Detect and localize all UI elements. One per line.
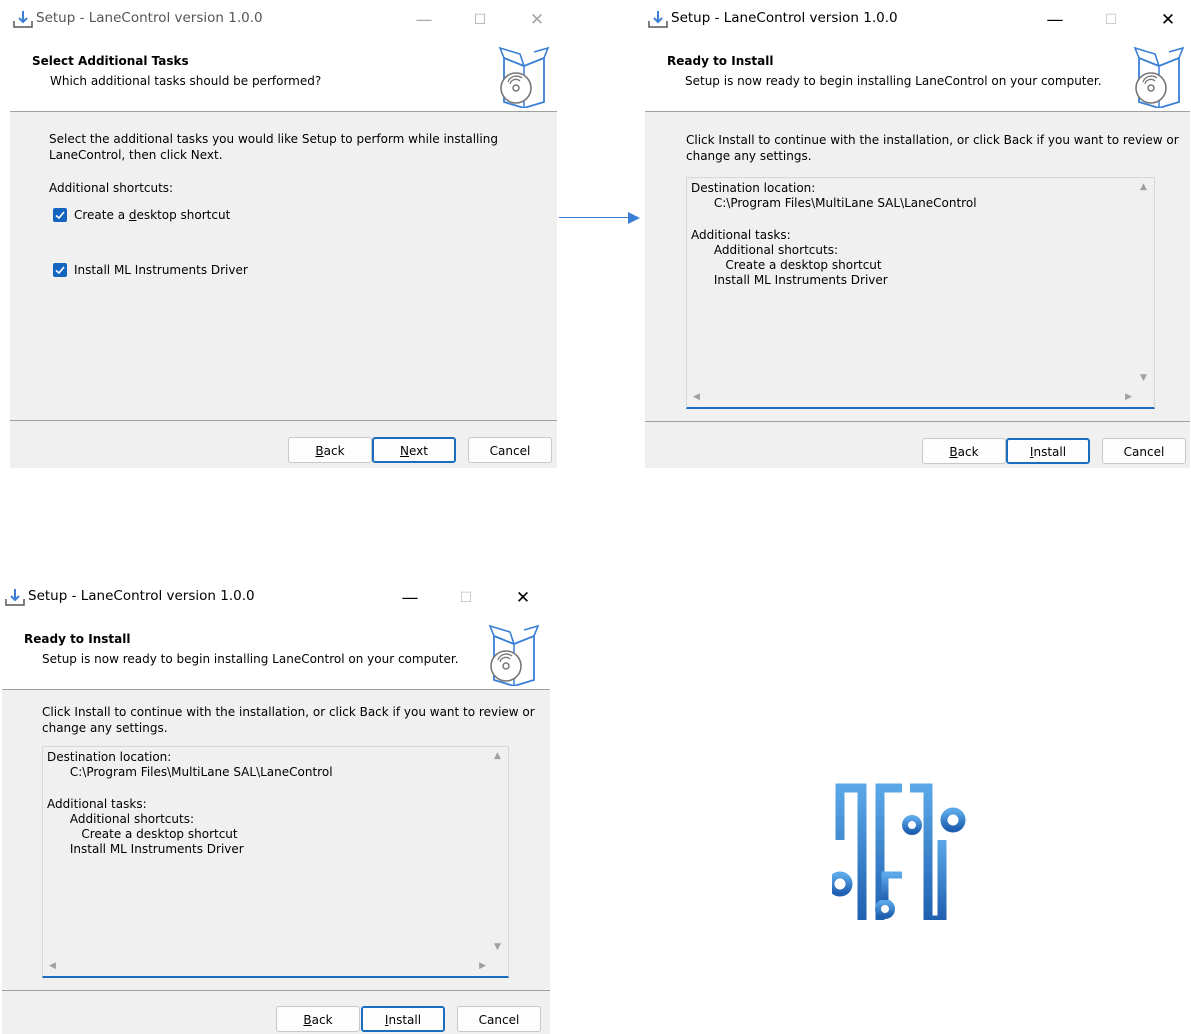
title-bar[interactable]: Setup - LaneControl version 1.0.0 — ☐ ✕	[2, 578, 550, 620]
page-subtitle: Which additional tasks should be perform…	[50, 74, 322, 88]
summary-line: Create a desktop shortcut	[691, 258, 882, 272]
page-title: Ready to Install	[667, 54, 774, 68]
window-title: Setup - LaneControl version 1.0.0	[28, 588, 255, 604]
setup-box-icon	[498, 46, 550, 108]
footer-divider	[10, 420, 557, 421]
setup-app-icon	[13, 11, 33, 28]
setup-window-ready-2: Setup - LaneControl version 1.0.0 — ☐ ✕ …	[2, 578, 550, 1034]
lanecontrol-logo-icon	[832, 783, 966, 920]
setup-app-icon	[5, 589, 25, 606]
maximize-button[interactable]: ☐	[454, 586, 478, 610]
page-title: Select Additional Tasks	[32, 54, 189, 68]
shortcuts-group-label: Additional shortcuts:	[49, 181, 174, 195]
wizard-header: Select Additional Tasks Which additional…	[10, 42, 557, 112]
summary-line: Destination location:	[47, 750, 172, 764]
close-button[interactable]: ✕	[525, 8, 549, 32]
page-subtitle: Setup is now ready to begin installing L…	[685, 74, 1102, 88]
desktop-shortcut-checkbox[interactable]: Create a desktop shortcut	[53, 208, 273, 224]
minimize-button[interactable]: —	[412, 8, 436, 32]
checkbox-label: Install ML Instruments Driver	[74, 263, 248, 277]
close-button[interactable]: ✕	[511, 586, 535, 610]
scroll-left-icon[interactable]: ◀	[49, 961, 56, 971]
scroll-up-icon[interactable]: ▲	[1140, 182, 1147, 192]
next-button[interactable]: Next	[372, 437, 456, 463]
vertical-scrollbar[interactable]: ▲ ▼	[490, 747, 508, 956]
intro-text-cont: change any settings.	[686, 149, 812, 163]
minimize-button[interactable]: —	[398, 586, 422, 610]
intro-text: Click Install to continue with the insta…	[42, 705, 535, 719]
minimize-button[interactable]: —	[1043, 8, 1067, 32]
close-button[interactable]: ✕	[1156, 8, 1180, 32]
scroll-right-icon[interactable]: ▶	[1125, 392, 1132, 402]
cancel-button[interactable]: Cancel	[457, 1006, 541, 1032]
install-driver-checkbox[interactable]: Install ML Instruments Driver	[53, 263, 273, 279]
summary-memo[interactable]: Destination location: C:\Program Files\M…	[686, 177, 1155, 409]
setup-box-icon	[1133, 46, 1185, 108]
title-bar[interactable]: Setup - LaneControl version 1.0.0 — ☐ ✕	[645, 0, 1190, 42]
summary-memo[interactable]: Destination location: C:\Program Files\M…	[42, 746, 509, 978]
checkbox-checked[interactable]	[53, 208, 67, 222]
checkbox-label: Create a desktop shortcut	[74, 208, 231, 222]
check-icon	[55, 266, 65, 275]
scroll-down-icon[interactable]: ▼	[494, 942, 501, 952]
intro-text-cont: change any settings.	[42, 721, 168, 735]
setup-box-icon	[488, 624, 540, 686]
title-bar[interactable]: Setup - LaneControl version 1.0.0 — ☐ ✕	[10, 0, 557, 42]
setup-window-ready: Setup - LaneControl version 1.0.0 — ☐ ✕ …	[645, 0, 1190, 468]
summary-line: Additional tasks:	[691, 228, 791, 242]
back-button[interactable]: Back	[276, 1006, 360, 1032]
window-title: Setup - LaneControl version 1.0.0	[36, 10, 263, 26]
page-subtitle: Setup is now ready to begin installing L…	[42, 652, 459, 666]
summary-line: Additional shortcuts:	[691, 243, 838, 257]
scroll-left-icon[interactable]: ◀	[693, 392, 700, 402]
scroll-right-icon[interactable]: ▶	[479, 961, 486, 971]
footer-divider	[645, 421, 1190, 422]
back-button[interactable]: Back	[922, 438, 1006, 464]
window-title: Setup - LaneControl version 1.0.0	[671, 10, 898, 26]
summary-line: Create a desktop shortcut	[47, 827, 238, 841]
flow-arrow-line	[559, 217, 631, 218]
summary-line: Destination location:	[691, 181, 816, 195]
install-button[interactable]: Install	[361, 1006, 445, 1032]
wizard-header: Ready to Install Setup is now ready to b…	[2, 620, 550, 690]
check-icon	[55, 211, 65, 220]
maximize-button[interactable]: ☐	[1099, 8, 1123, 32]
intro-text-cont: LaneControl, then click Next.	[49, 148, 223, 162]
checkbox-checked[interactable]	[53, 263, 67, 277]
footer-divider	[2, 990, 550, 991]
intro-text: Click Install to continue with the insta…	[686, 133, 1179, 147]
setup-app-icon	[648, 11, 668, 28]
scroll-down-icon[interactable]: ▼	[1140, 373, 1147, 383]
summary-line: Install ML Instruments Driver	[47, 842, 244, 856]
wizard-header: Ready to Install Setup is now ready to b…	[645, 42, 1190, 112]
scroll-up-icon[interactable]: ▲	[494, 751, 501, 761]
horizontal-scrollbar[interactable]: ◀ ▶	[687, 387, 1136, 407]
install-button[interactable]: Install	[1006, 438, 1090, 464]
back-button[interactable]: Back	[288, 437, 372, 463]
vertical-scrollbar[interactable]: ▲ ▼	[1136, 178, 1154, 387]
summary-line: Install ML Instruments Driver	[691, 273, 888, 287]
cancel-button[interactable]: Cancel	[468, 437, 552, 463]
cancel-button[interactable]: Cancel	[1102, 438, 1186, 464]
summary-line: C:\Program Files\MultiLane SAL\LaneContr…	[691, 196, 977, 210]
intro-text: Select the additional tasks you would li…	[49, 132, 498, 146]
setup-window-tasks: Setup - LaneControl version 1.0.0 — ☐ ✕ …	[10, 0, 557, 468]
flow-arrow-head	[628, 212, 640, 224]
summary-line: Additional shortcuts:	[47, 812, 194, 826]
summary-line: C:\Program Files\MultiLane SAL\LaneContr…	[47, 765, 333, 779]
maximize-button[interactable]: ☐	[468, 8, 492, 32]
summary-line: Additional tasks:	[47, 797, 147, 811]
page-title: Ready to Install	[24, 632, 131, 646]
horizontal-scrollbar[interactable]: ◀ ▶	[43, 956, 490, 976]
